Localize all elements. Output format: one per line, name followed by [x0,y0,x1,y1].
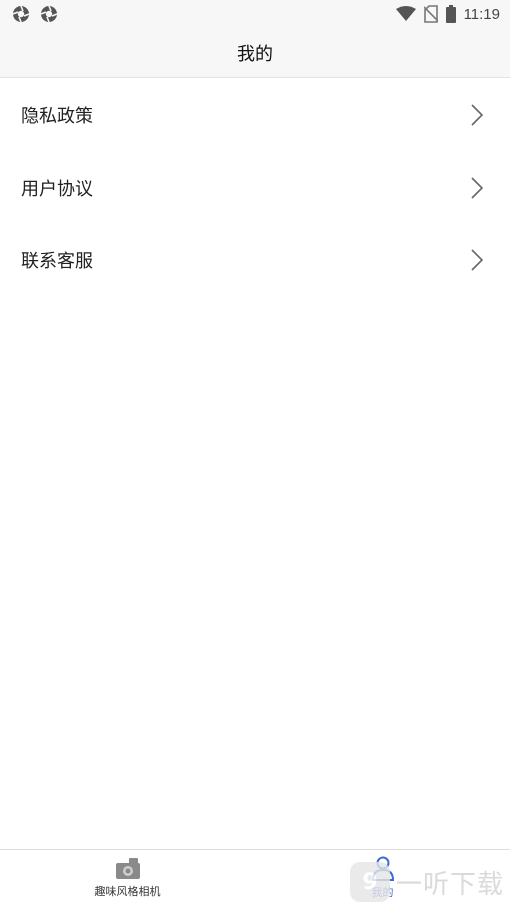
watermark-text: 一听下载 [395,869,504,900]
no-sim-icon [423,5,438,23]
watermark: 9 一听下载 [349,862,504,902]
chevron-right-icon [471,249,484,271]
aperture-icon [40,5,58,23]
aperture-icon [12,5,30,23]
menu-item-user-agreement[interactable]: 用户协议 [0,152,510,225]
tab-label: 趣味风格相机 [94,885,161,898]
menu-item-contact-support[interactable]: 联系客服 [0,224,510,297]
menu-item-privacy-policy[interactable]: 隐私政策 [0,79,510,152]
header: 我的 [0,28,510,78]
tab-style-camera[interactable]: 趣味风格相机 [0,850,255,906]
chevron-right-icon [471,177,484,199]
chevron-right-icon [471,104,484,126]
status-right: 11:19 [395,5,500,23]
menu-item-label: 隐私政策 [21,106,93,128]
menu-item-label: 联系客服 [21,251,93,273]
page-title: 我的 [237,43,273,65]
status-left [12,5,58,23]
watermark-badge: 9 [349,862,390,902]
menu-item-label: 用户协议 [21,178,93,200]
battery-icon [445,5,456,23]
status-bar: 11:19 [0,0,510,28]
wifi-icon [395,6,416,21]
status-time: 11:19 [463,5,500,23]
camera-icon [115,858,140,879]
settings-menu: 隐私政策 用户协议 联系客服 [0,79,510,297]
